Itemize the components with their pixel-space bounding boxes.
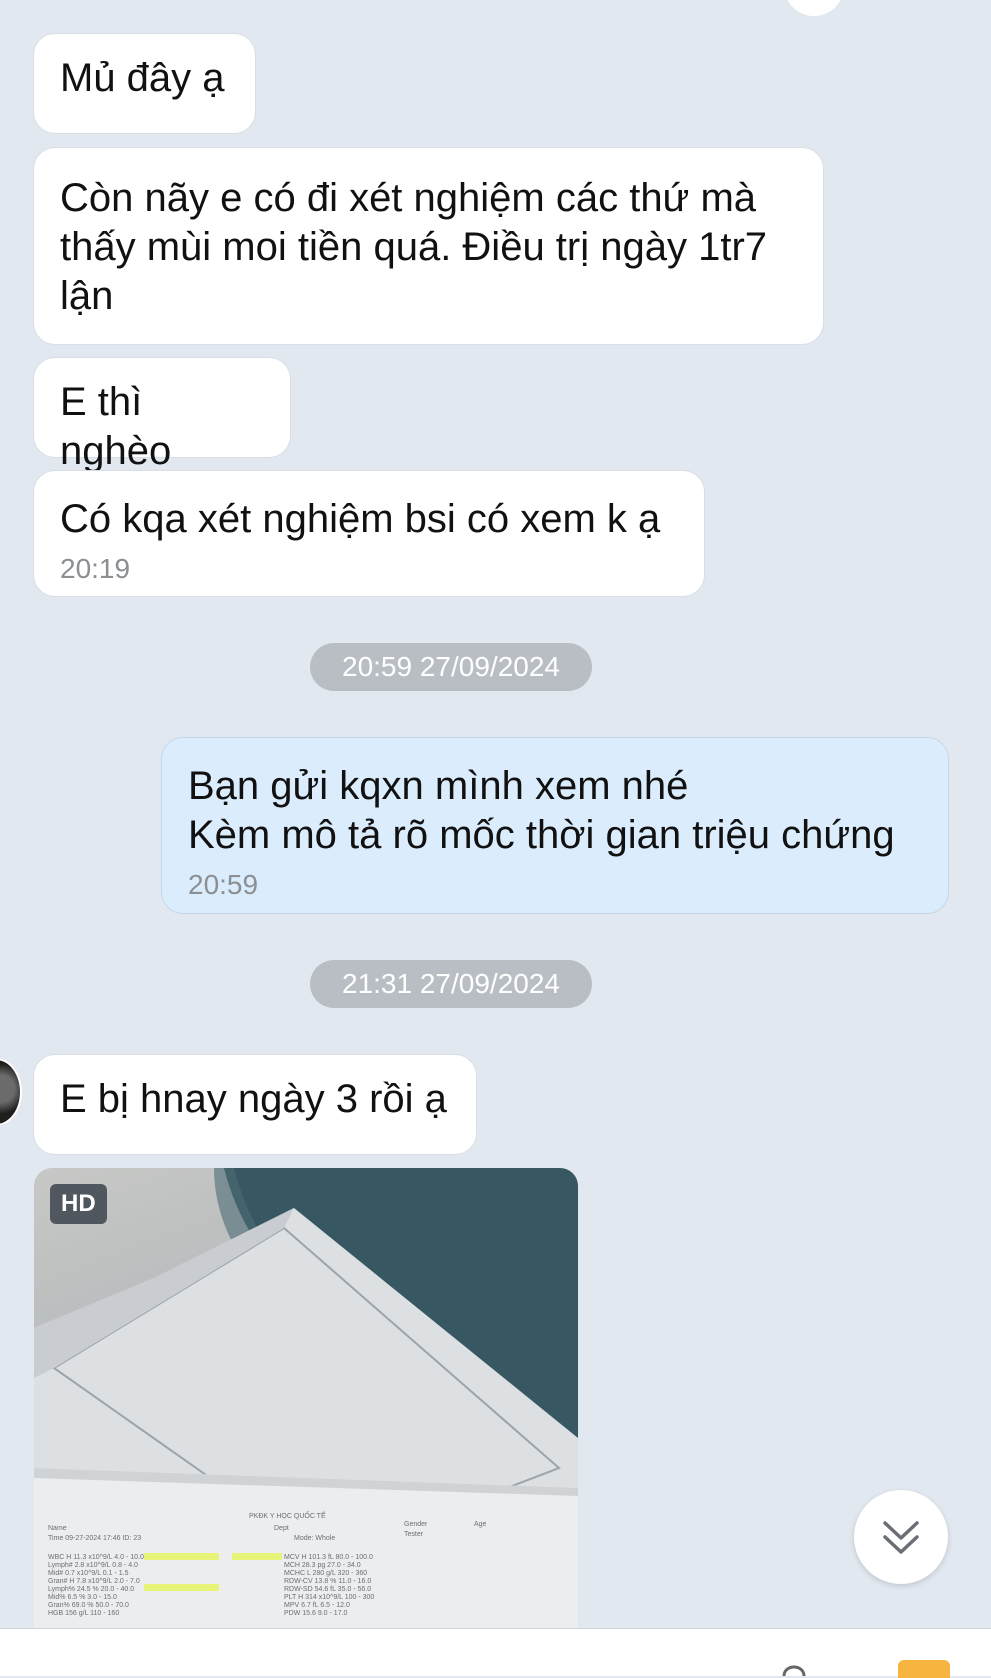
report-row: MCV H 101.3 fL 80.0 - 100.0 xyxy=(284,1554,373,1561)
report-row: PDW 15.6 9.0 - 17.0 xyxy=(284,1610,348,1617)
message-incoming[interactable]: Còn nãy e có đi xét nghiệm các thứ mà th… xyxy=(33,147,824,345)
message-incoming[interactable]: E thì nghèo xyxy=(33,357,291,473)
message-line: Kèm mô tả rõ mốc thời gian triệu chứng xyxy=(188,813,895,857)
report-row: Gran# H 7.8 x10^9/L 2.0 - 7.0 xyxy=(48,1578,140,1585)
message-incoming[interactable]: Có kqa xét nghiệm bsi có xem k ạ 20:19 xyxy=(33,470,705,597)
message-text: Mủ đây ạ xyxy=(60,56,225,100)
report-tester: Tester xyxy=(404,1531,424,1538)
report-row: RDW-SD 54.6 fL 35.0 - 56.0 xyxy=(284,1586,371,1593)
avatar[interactable] xyxy=(0,1058,22,1126)
message-time: 20:19 xyxy=(60,553,131,584)
message-text: Có kqa xét nghiệm bsi có xem k ạ xyxy=(60,497,661,541)
composer-bar xyxy=(0,1628,991,1678)
report-row: PLT H 314 x10^9/L 100 - 300 xyxy=(284,1594,374,1601)
microphone-icon[interactable] xyxy=(779,1656,809,1676)
message-incoming[interactable]: E bị hnay ngày 3 rồi ạ xyxy=(33,1054,477,1155)
report-row: MPV 6.7 fL 6.5 - 12.0 xyxy=(284,1602,350,1609)
report-row: WBC H 11.3 x10^9/L 4.0 - 10.0 xyxy=(48,1554,144,1561)
report-age: Age xyxy=(474,1521,487,1528)
message-text: E thì nghèo xyxy=(60,380,172,473)
scroll-to-bottom-button[interactable] xyxy=(854,1490,948,1584)
hd-badge: HD xyxy=(50,1184,107,1224)
message-text: E bị hnay ngày 3 rồi ạ xyxy=(60,1077,447,1121)
double-chevron-down-icon xyxy=(883,1521,919,1554)
report-row: MCH 28.3 pg 27.0 - 34.0 xyxy=(284,1562,361,1569)
report-mode: Mode: Whole xyxy=(294,1535,335,1542)
image-picker-icon[interactable] xyxy=(894,1658,954,1678)
photo-message[interactable]: PKĐK Y HỌC QUỐC TẾ Name Dept Gender Age … xyxy=(34,1168,578,1628)
report-row: MCHC L 280 g/L 320 - 360 xyxy=(284,1570,367,1577)
report-gender: Gender xyxy=(404,1521,428,1528)
report-row: Mid# 0.7 x10^9/L 0.1 - 1.5 xyxy=(48,1570,129,1577)
report-row: Lymph# 2.8 x10^9/L 0.8 - 4.0 xyxy=(48,1562,138,1569)
report-row: Lymph% 24.5 % 20.0 - 40.0 xyxy=(48,1586,134,1593)
message-incoming[interactable]: Mủ đây ạ xyxy=(33,33,256,134)
report-name-label: Name xyxy=(48,1525,67,1532)
message-line: thấy mùi moi tiền quá. Điều trị ngày 1tr… xyxy=(60,225,768,269)
message-line: Bạn gửi kqxn mình xem nhé xyxy=(188,764,689,808)
report-dept: Dept xyxy=(274,1525,289,1532)
photo-image: PKĐK Y HỌC QUỐC TẾ Name Dept Gender Age … xyxy=(34,1168,578,1628)
partial-bubble-top xyxy=(784,0,844,16)
message-outgoing[interactable]: Bạn gửi kqxn mình xem nhé Kèm mô tả rõ m… xyxy=(161,737,949,914)
date-separator: 21:31 27/09/2024 xyxy=(310,960,592,1008)
report-row: HGB 156 g/L 110 - 160 xyxy=(48,1610,119,1617)
report-row: RDW-CV 13.8 % 11.0 - 16.0 xyxy=(284,1578,371,1585)
date-separator: 20:59 27/09/2024 xyxy=(310,643,592,691)
message-line: Còn nãy e có đi xét nghiệm các thứ mà xyxy=(60,176,757,220)
report-time: Time 09-27-2024 17:46 ID: 23 xyxy=(48,1535,141,1542)
report-row: Gran% 69.0 % 50.0 - 70.0 xyxy=(48,1602,129,1609)
report-row: Mid% 6.5 % 3.0 - 15.0 xyxy=(48,1594,117,1601)
message-time: 20:59 xyxy=(188,869,259,900)
message-line: lận xyxy=(60,274,114,318)
